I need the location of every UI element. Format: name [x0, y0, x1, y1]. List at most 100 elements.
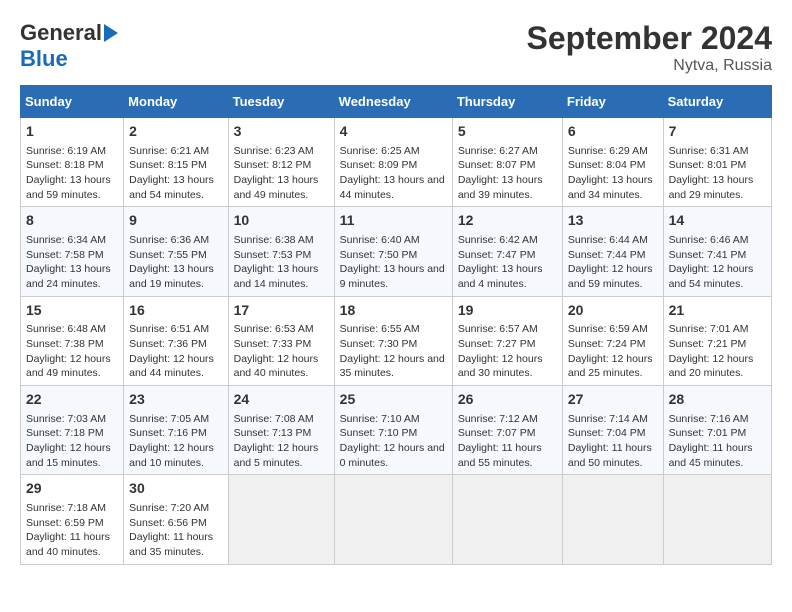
- day-info: Sunrise: 7:14 AMSunset: 7:04 PMDaylight:…: [568, 412, 658, 471]
- day-number: 11: [340, 211, 447, 231]
- day-info: Sunrise: 6:31 AMSunset: 8:01 PMDaylight:…: [669, 144, 766, 203]
- day-info: Sunrise: 6:59 AMSunset: 7:24 PMDaylight:…: [568, 322, 658, 381]
- calendar-day-cell: 26 Sunrise: 7:12 AMSunset: 7:07 PMDaylig…: [452, 386, 562, 475]
- day-info: Sunrise: 6:34 AMSunset: 7:58 PMDaylight:…: [26, 233, 118, 292]
- day-number: 6: [568, 122, 658, 142]
- day-of-week-header: Wednesday: [334, 86, 452, 118]
- page-title: September 2024: [527, 20, 772, 57]
- calendar-day-cell: 11 Sunrise: 6:40 AMSunset: 7:50 PMDaylig…: [334, 207, 452, 296]
- day-number: 3: [234, 122, 329, 142]
- logo-blue: Blue: [20, 46, 68, 71]
- calendar-day-cell: 30 Sunrise: 7:20 AMSunset: 6:56 PMDaylig…: [124, 475, 228, 564]
- day-number: 7: [669, 122, 766, 142]
- calendar-day-cell: 29 Sunrise: 7:18 AMSunset: 6:59 PMDaylig…: [21, 475, 124, 564]
- day-of-week-header: Monday: [124, 86, 228, 118]
- calendar-day-cell: 7 Sunrise: 6:31 AMSunset: 8:01 PMDayligh…: [663, 118, 771, 207]
- day-info: Sunrise: 7:08 AMSunset: 7:13 PMDaylight:…: [234, 412, 329, 471]
- day-info: Sunrise: 6:46 AMSunset: 7:41 PMDaylight:…: [669, 233, 766, 292]
- day-of-week-header: Friday: [562, 86, 663, 118]
- day-info: Sunrise: 6:51 AMSunset: 7:36 PMDaylight:…: [129, 322, 222, 381]
- day-number: 26: [458, 390, 557, 410]
- calendar-day-cell: 2 Sunrise: 6:21 AMSunset: 8:15 PMDayligh…: [124, 118, 228, 207]
- day-number: 25: [340, 390, 447, 410]
- calendar-day-cell: 14 Sunrise: 6:46 AMSunset: 7:41 PMDaylig…: [663, 207, 771, 296]
- day-number: 22: [26, 390, 118, 410]
- calendar-day-cell: 3 Sunrise: 6:23 AMSunset: 8:12 PMDayligh…: [228, 118, 334, 207]
- calendar-day-cell: 25 Sunrise: 7:10 AMSunset: 7:10 PMDaylig…: [334, 386, 452, 475]
- calendar-day-cell: 24 Sunrise: 7:08 AMSunset: 7:13 PMDaylig…: [228, 386, 334, 475]
- day-info: Sunrise: 6:36 AMSunset: 7:55 PMDaylight:…: [129, 233, 222, 292]
- day-number: 20: [568, 301, 658, 321]
- calendar-header-row: SundayMondayTuesdayWednesdayThursdayFrid…: [21, 86, 772, 118]
- day-number: 12: [458, 211, 557, 231]
- calendar-day-cell: 27 Sunrise: 7:14 AMSunset: 7:04 PMDaylig…: [562, 386, 663, 475]
- page-subtitle: Nytva, Russia: [527, 57, 772, 75]
- calendar-day-cell: 16 Sunrise: 6:51 AMSunset: 7:36 PMDaylig…: [124, 296, 228, 385]
- day-info: Sunrise: 7:01 AMSunset: 7:21 PMDaylight:…: [669, 322, 766, 381]
- logo-general: General: [20, 20, 102, 46]
- calendar-day-cell: 17 Sunrise: 6:53 AMSunset: 7:33 PMDaylig…: [228, 296, 334, 385]
- calendar-table: SundayMondayTuesdayWednesdayThursdayFrid…: [20, 85, 772, 565]
- day-info: Sunrise: 7:18 AMSunset: 6:59 PMDaylight:…: [26, 501, 118, 560]
- logo: General Blue: [20, 20, 120, 72]
- day-info: Sunrise: 6:29 AMSunset: 8:04 PMDaylight:…: [568, 144, 658, 203]
- calendar-day-cell: 15 Sunrise: 6:48 AMSunset: 7:38 PMDaylig…: [21, 296, 124, 385]
- day-info: Sunrise: 7:12 AMSunset: 7:07 PMDaylight:…: [458, 412, 557, 471]
- day-number: 27: [568, 390, 658, 410]
- day-of-week-header: Saturday: [663, 86, 771, 118]
- calendar-day-cell: 5 Sunrise: 6:27 AMSunset: 8:07 PMDayligh…: [452, 118, 562, 207]
- calendar-day-cell: 20 Sunrise: 6:59 AMSunset: 7:24 PMDaylig…: [562, 296, 663, 385]
- calendar-day-cell: [228, 475, 334, 564]
- day-info: Sunrise: 7:03 AMSunset: 7:18 PMDaylight:…: [26, 412, 118, 471]
- day-number: 15: [26, 301, 118, 321]
- calendar-week-row: 8 Sunrise: 6:34 AMSunset: 7:58 PMDayligh…: [21, 207, 772, 296]
- day-info: Sunrise: 7:05 AMSunset: 7:16 PMDaylight:…: [129, 412, 222, 471]
- day-number: 8: [26, 211, 118, 231]
- day-info: Sunrise: 6:23 AMSunset: 8:12 PMDaylight:…: [234, 144, 329, 203]
- day-number: 30: [129, 479, 222, 499]
- day-number: 10: [234, 211, 329, 231]
- day-info: Sunrise: 6:40 AMSunset: 7:50 PMDaylight:…: [340, 233, 447, 292]
- day-number: 18: [340, 301, 447, 321]
- day-info: Sunrise: 6:21 AMSunset: 8:15 PMDaylight:…: [129, 144, 222, 203]
- calendar-day-cell: 1 Sunrise: 6:19 AMSunset: 8:18 PMDayligh…: [21, 118, 124, 207]
- day-number: 9: [129, 211, 222, 231]
- calendar-week-row: 1 Sunrise: 6:19 AMSunset: 8:18 PMDayligh…: [21, 118, 772, 207]
- calendar-day-cell: 8 Sunrise: 6:34 AMSunset: 7:58 PMDayligh…: [21, 207, 124, 296]
- calendar-day-cell: 22 Sunrise: 7:03 AMSunset: 7:18 PMDaylig…: [21, 386, 124, 475]
- day-number: 23: [129, 390, 222, 410]
- day-info: Sunrise: 6:19 AMSunset: 8:18 PMDaylight:…: [26, 144, 118, 203]
- day-number: 5: [458, 122, 557, 142]
- day-number: 2: [129, 122, 222, 142]
- day-number: 16: [129, 301, 222, 321]
- day-of-week-header: Thursday: [452, 86, 562, 118]
- calendar-day-cell: 12 Sunrise: 6:42 AMSunset: 7:47 PMDaylig…: [452, 207, 562, 296]
- day-info: Sunrise: 6:44 AMSunset: 7:44 PMDaylight:…: [568, 233, 658, 292]
- day-info: Sunrise: 7:10 AMSunset: 7:10 PMDaylight:…: [340, 412, 447, 471]
- calendar-day-cell: 23 Sunrise: 7:05 AMSunset: 7:16 PMDaylig…: [124, 386, 228, 475]
- day-info: Sunrise: 6:38 AMSunset: 7:53 PMDaylight:…: [234, 233, 329, 292]
- calendar-day-cell: 13 Sunrise: 6:44 AMSunset: 7:44 PMDaylig…: [562, 207, 663, 296]
- calendar-week-row: 29 Sunrise: 7:18 AMSunset: 6:59 PMDaylig…: [21, 475, 772, 564]
- calendar-day-cell: 6 Sunrise: 6:29 AMSunset: 8:04 PMDayligh…: [562, 118, 663, 207]
- calendar-day-cell: [562, 475, 663, 564]
- title-block: September 2024 Nytva, Russia: [527, 20, 772, 75]
- calendar-day-cell: 18 Sunrise: 6:55 AMSunset: 7:30 PMDaylig…: [334, 296, 452, 385]
- day-info: Sunrise: 6:27 AMSunset: 8:07 PMDaylight:…: [458, 144, 557, 203]
- day-info: Sunrise: 6:57 AMSunset: 7:27 PMDaylight:…: [458, 322, 557, 381]
- calendar-day-cell: 19 Sunrise: 6:57 AMSunset: 7:27 PMDaylig…: [452, 296, 562, 385]
- page-header: General Blue September 2024 Nytva, Russi…: [20, 20, 772, 75]
- day-number: 21: [669, 301, 766, 321]
- day-number: 17: [234, 301, 329, 321]
- calendar-day-cell: [452, 475, 562, 564]
- calendar-day-cell: 21 Sunrise: 7:01 AMSunset: 7:21 PMDaylig…: [663, 296, 771, 385]
- day-number: 4: [340, 122, 447, 142]
- day-number: 24: [234, 390, 329, 410]
- day-number: 14: [669, 211, 766, 231]
- calendar-day-cell: 9 Sunrise: 6:36 AMSunset: 7:55 PMDayligh…: [124, 207, 228, 296]
- day-of-week-header: Sunday: [21, 86, 124, 118]
- day-info: Sunrise: 6:53 AMSunset: 7:33 PMDaylight:…: [234, 322, 329, 381]
- day-info: Sunrise: 6:48 AMSunset: 7:38 PMDaylight:…: [26, 322, 118, 381]
- day-info: Sunrise: 7:20 AMSunset: 6:56 PMDaylight:…: [129, 501, 222, 560]
- day-number: 28: [669, 390, 766, 410]
